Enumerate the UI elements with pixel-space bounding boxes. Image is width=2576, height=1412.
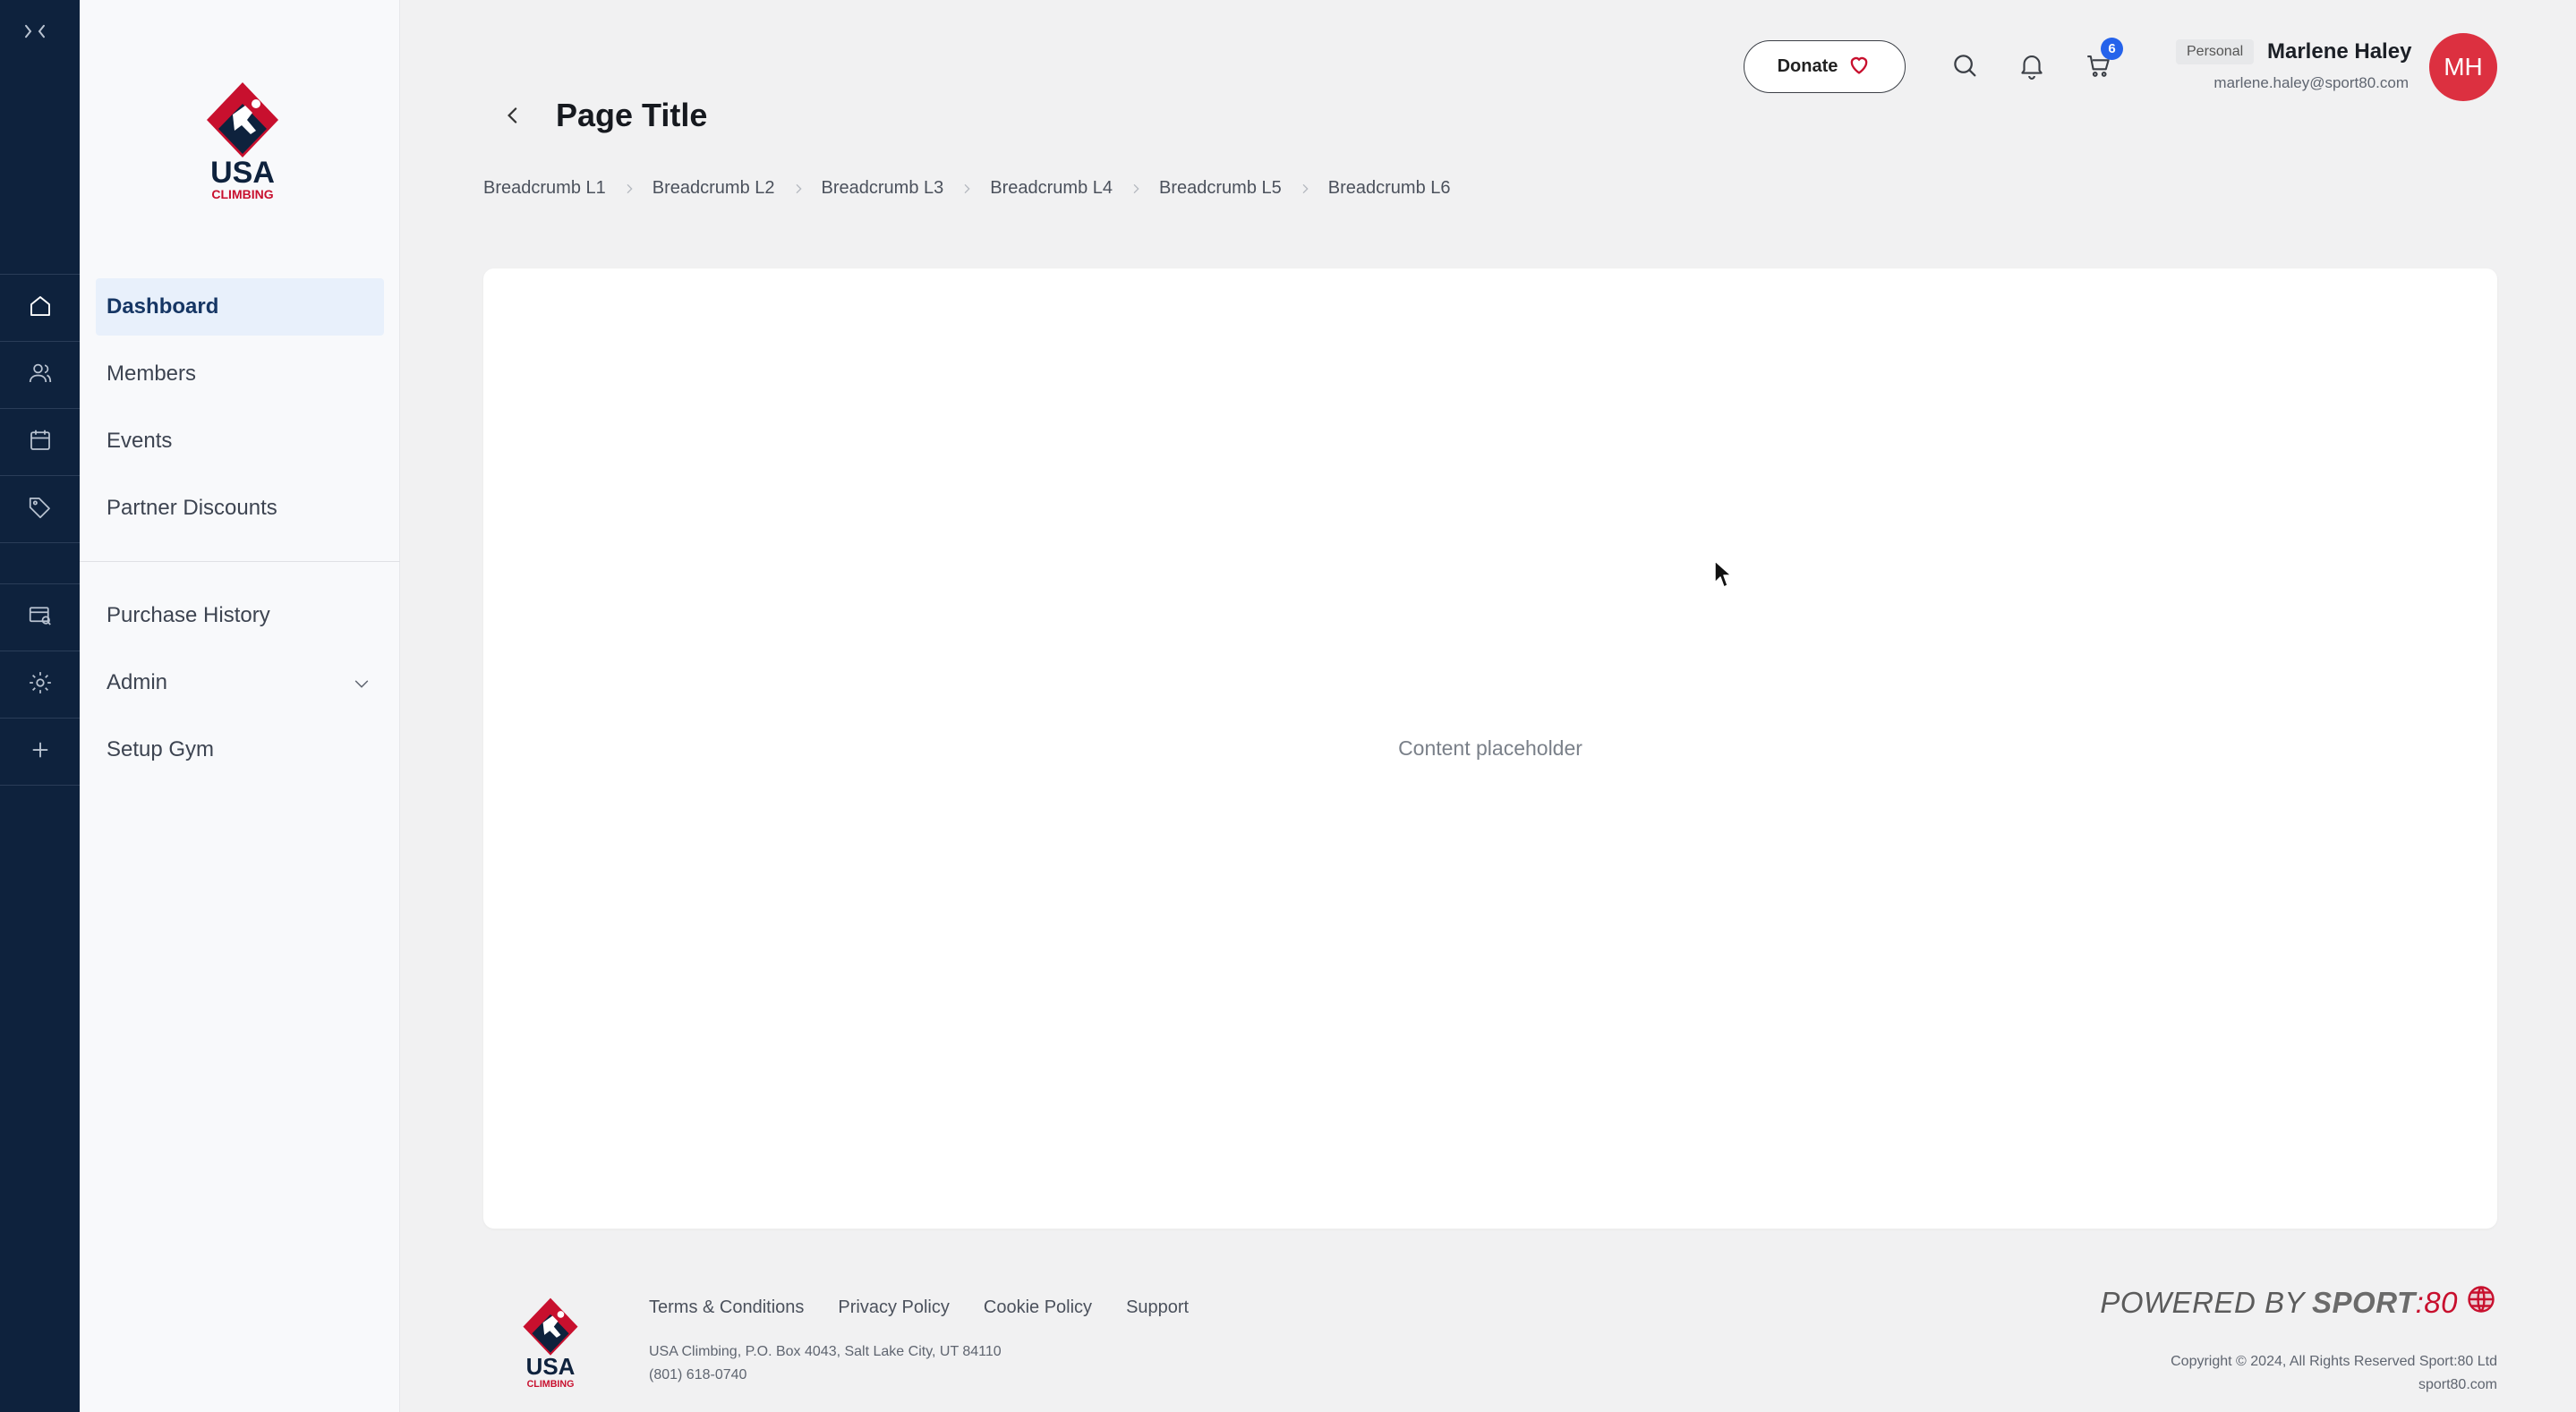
chevron-down-icon: [352, 674, 371, 693]
back-arrow-icon[interactable]: [499, 102, 526, 129]
sidebar-item-members[interactable]: Members: [96, 345, 384, 403]
rail-events[interactable]: [0, 409, 80, 476]
breadcrumb: Breadcrumb L1 Breadcrumb L2 Breadcrumb L…: [483, 178, 1451, 199]
logo-text-climbing: CLIMBING: [211, 187, 273, 201]
sidebar-item-events[interactable]: Events: [96, 413, 384, 470]
donate-label: Donate: [1777, 56, 1838, 76]
sidebar-item-admin[interactable]: Admin: [96, 654, 384, 711]
powered-by-prefix: POWERED BY: [2100, 1286, 2306, 1319]
footer-link-cookie[interactable]: Cookie Policy: [984, 1297, 1092, 1318]
chevron-right-icon: [627, 183, 633, 193]
sidebar-item-label: Admin: [107, 670, 168, 694]
footer-site[interactable]: sport80.com: [2171, 1374, 2497, 1397]
sidebar-item-label: Members: [107, 362, 197, 386]
content-placeholder: Content placeholder: [1398, 736, 1582, 760]
chevron-right-icon: [1302, 183, 1309, 193]
footer-address-line: USA Climbing, P.O. Box 4043, Salt Lake C…: [649, 1344, 1002, 1359]
gear-icon: [27, 669, 54, 701]
footer-logo-text-usa: USA: [526, 1353, 576, 1380]
powered-by-suffix: :80: [2415, 1286, 2458, 1319]
user-email: marlene.haley@sport80.com: [2213, 74, 2409, 91]
user-name[interactable]: Marlene Haley: [2267, 39, 2411, 64]
breadcrumb-item[interactable]: Breadcrumb L3: [822, 178, 944, 199]
calendar-icon: [27, 427, 54, 458]
rail-discounts[interactable]: [0, 476, 80, 543]
tag-icon: [27, 494, 54, 525]
footer-link-support[interactable]: Support: [1126, 1297, 1189, 1318]
sidebar-item-label: Dashboard: [107, 294, 219, 319]
footer-phone: (801) 618-0740: [649, 1367, 747, 1382]
rail-setup-gym[interactable]: [0, 719, 80, 786]
breadcrumb-item[interactable]: Breadcrumb L4: [990, 178, 1113, 199]
sidebar: USA CLIMBING Dashboard Members Events Pa…: [80, 0, 400, 1412]
sidebar-item-purchase-history[interactable]: Purchase History: [96, 587, 384, 644]
rail-home[interactable]: [0, 275, 80, 342]
icon-rail: [0, 0, 80, 1412]
powered-by-sport80[interactable]: POWERED BY SPORT:80: [2100, 1283, 2497, 1323]
bell-icon[interactable]: [2017, 50, 2047, 81]
copyright: Copyright © 2024, All Rights Reserved Sp…: [2171, 1350, 2497, 1397]
footer-address: USA Climbing, P.O. Box 4043, Salt Lake C…: [649, 1340, 1002, 1387]
chevron-right-icon: [796, 183, 802, 193]
logo-text-usa: USA: [210, 156, 275, 190]
sidebar-divider: [80, 561, 400, 562]
usa-climbing-logo[interactable]: USA CLIMBING: [193, 79, 292, 204]
footer-logo[interactable]: USA CLIMBING: [513, 1295, 588, 1391]
breadcrumb-item[interactable]: Breadcrumb L1: [483, 178, 606, 199]
home-icon: [27, 293, 54, 324]
collapse-icon[interactable]: [21, 18, 59, 55]
footer-link-terms[interactable]: Terms & Conditions: [649, 1297, 804, 1318]
footer-logo-text-climbing: CLIMBING: [527, 1379, 575, 1390]
chevron-right-icon: [1133, 183, 1139, 193]
avatar[interactable]: MH: [2429, 33, 2497, 101]
plus-icon: [27, 736, 54, 768]
sidebar-item-partner-discounts[interactable]: Partner Discounts: [96, 480, 384, 537]
sidebar-item-setup-gym[interactable]: Setup Gym: [96, 721, 384, 778]
rail-purchase-history[interactable]: [0, 584, 80, 651]
sidebar-item-label: Setup Gym: [107, 737, 215, 761]
powered-by-brand: SPORT: [2312, 1286, 2416, 1319]
search-icon[interactable]: [1949, 50, 1980, 81]
page-title: Page Title: [556, 97, 708, 133]
rail-admin[interactable]: [0, 651, 80, 719]
mouse-cursor-icon: [1714, 560, 1732, 588]
chevron-right-icon: [964, 183, 970, 193]
breadcrumb-item[interactable]: Breadcrumb L5: [1159, 178, 1282, 199]
copyright-text: Copyright © 2024, All Rights Reserved Sp…: [2171, 1354, 2497, 1369]
footer-links: Terms & Conditions Privacy Policy Cookie…: [649, 1297, 1189, 1318]
members-icon: [27, 360, 54, 391]
breadcrumb-item[interactable]: Breadcrumb L6: [1328, 178, 1451, 199]
sidebar-item-label: Purchase History: [107, 603, 270, 627]
breadcrumb-item[interactable]: Breadcrumb L2: [653, 178, 775, 199]
sidebar-item-label: Partner Discounts: [107, 496, 277, 520]
sidebar-item-dashboard[interactable]: Dashboard: [96, 278, 384, 336]
footer-link-privacy[interactable]: Privacy Policy: [838, 1297, 949, 1318]
account-type-badge: Personal: [2176, 39, 2255, 64]
heart-icon: [1847, 52, 1872, 82]
donate-button[interactable]: Donate: [1744, 40, 1906, 93]
sidebar-item-label: Events: [107, 429, 173, 453]
content-card: Content placeholder: [483, 268, 2497, 1229]
rail-members[interactable]: [0, 342, 80, 409]
globe-icon: [2465, 1283, 2497, 1323]
receipt-search-icon: [27, 602, 54, 634]
cart-count-badge: 6: [2101, 38, 2123, 60]
